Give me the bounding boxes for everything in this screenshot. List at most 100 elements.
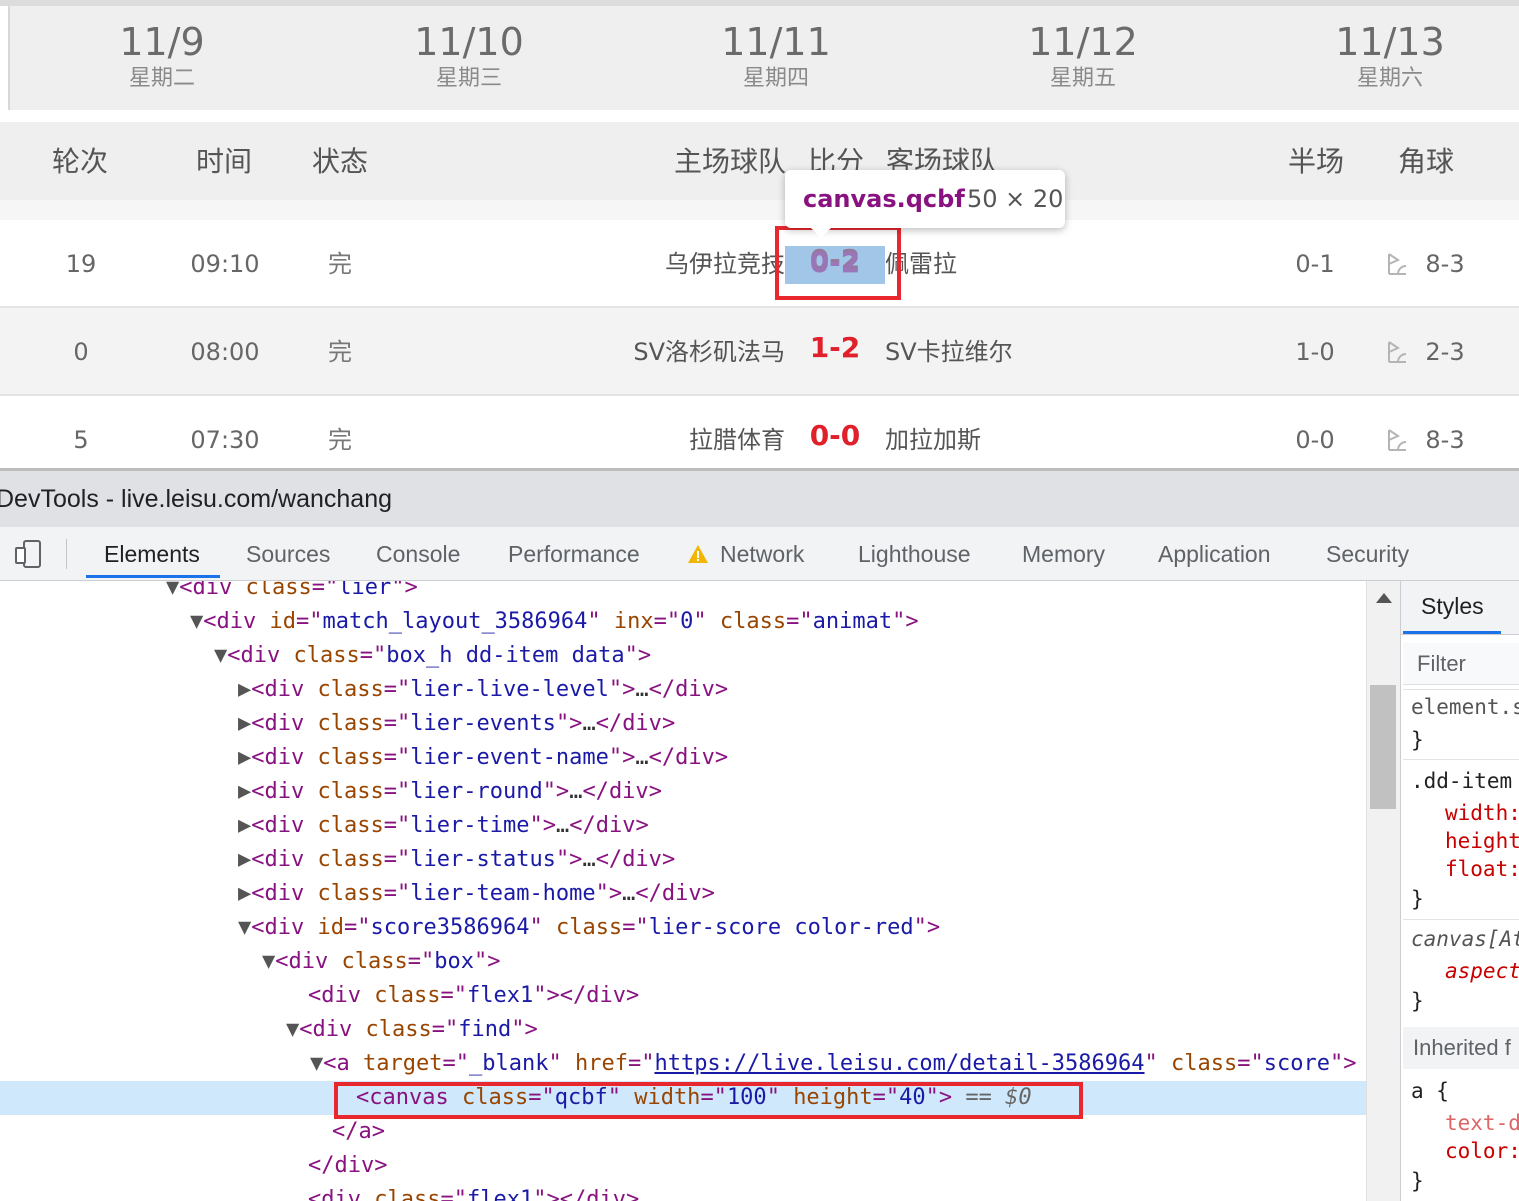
- styles-tabbar: Styles: [1401, 581, 1519, 635]
- expand-triangle-icon[interactable]: ▼: [238, 915, 251, 940]
- rule-selector[interactable]: element.s: [1411, 693, 1519, 721]
- rule-selector[interactable]: canvas[At: [1411, 925, 1519, 953]
- collapsed-ellipsis[interactable]: …: [622, 881, 635, 906]
- collapsed-ellipsis[interactable]: …: [635, 677, 648, 702]
- dom-node[interactable]: ▼<div id="score3586964" class="lier-scor…: [238, 911, 1366, 945]
- collapsed-ellipsis[interactable]: …: [582, 711, 595, 736]
- active-tab-indicator: [1403, 631, 1501, 634]
- date-tab-1113[interactable]: 11/13 星期六: [1290, 20, 1490, 94]
- dom-node[interactable]: <div class="flex1"></div>: [308, 1183, 1366, 1201]
- home-team[interactable]: 乌伊拉竞技: [665, 248, 785, 280]
- rule-close-brace: }: [1411, 887, 1424, 911]
- collapsed-ellipsis[interactable]: …: [556, 813, 569, 838]
- attr-name: class: [341, 949, 408, 974]
- collapsed-ellipsis[interactable]: …: [635, 745, 648, 770]
- collapse-triangle-icon[interactable]: ▶: [238, 847, 251, 872]
- collapse-triangle-icon[interactable]: ▶: [238, 813, 251, 838]
- date-tab-1111[interactable]: 11/11 星期四: [676, 20, 876, 94]
- expand-triangle-icon[interactable]: ▼: [286, 1017, 299, 1042]
- header-time: 时间: [196, 145, 253, 178]
- collapse-triangle-icon[interactable]: ▶: [238, 711, 251, 736]
- date-tab-1109[interactable]: 11/9 星期二: [62, 20, 262, 94]
- scroll-up-arrow-icon[interactable]: [1376, 593, 1392, 603]
- date-tab-1112[interactable]: 11/12 星期五: [983, 20, 1183, 94]
- warning-triangle-icon: [688, 545, 708, 563]
- expand-triangle-icon[interactable]: ▼: [310, 1051, 323, 1076]
- tag-name: div: [675, 677, 715, 702]
- dom-node[interactable]: ▶<div class="lier-event-name">…</div>: [238, 741, 1366, 775]
- weekday-label: 星期二: [128, 66, 195, 91]
- dom-node[interactable]: ▶<div class="lier-live-level">…</div>: [238, 673, 1366, 707]
- expand-triangle-icon[interactable]: ▼: [166, 581, 179, 600]
- styles-filter-input[interactable]: Filter: [1403, 643, 1519, 685]
- dom-node[interactable]: ▼<div class="find">: [286, 1013, 1366, 1047]
- css-property[interactable]: height: [1445, 827, 1519, 855]
- expand-triangle-icon[interactable]: ▼: [190, 609, 203, 634]
- dom-node[interactable]: ▼<div class="box">: [262, 945, 1366, 979]
- dom-node[interactable]: ▶<div class="lier-team-home">…</div>: [238, 877, 1366, 911]
- attr-value: score: [1263, 1051, 1330, 1076]
- tab-console[interactable]: Console: [376, 539, 460, 569]
- tag-name: div: [312, 1017, 353, 1042]
- rule-selector[interactable]: .dd-item: [1411, 767, 1512, 795]
- match-round: 19: [65, 250, 97, 278]
- device-toolbar-icon[interactable]: [14, 539, 46, 569]
- tab-security[interactable]: Security: [1326, 539, 1409, 569]
- scrollbar-thumb[interactable]: [1370, 685, 1396, 809]
- attr-name: class: [317, 745, 384, 770]
- dom-tree-scrollbar[interactable]: [1366, 581, 1400, 1201]
- match-row[interactable]: 0 08:00 完 SV洛杉矶法马 1-2 SV卡拉维尔 1-0 2-3: [0, 308, 1519, 396]
- css-property[interactable]: float:: [1445, 855, 1519, 883]
- tab-lighthouse[interactable]: Lighthouse: [858, 539, 971, 569]
- dom-node[interactable]: <div class="flex1"></div>: [308, 979, 1366, 1013]
- corner-score: 8-3: [1425, 250, 1465, 278]
- tab-application[interactable]: Application: [1158, 539, 1271, 569]
- tab-sources[interactable]: Sources: [246, 539, 330, 569]
- tab-elements[interactable]: Elements: [104, 539, 200, 569]
- collapse-triangle-icon[interactable]: ▶: [238, 745, 251, 770]
- dom-node[interactable]: ▼<div class="box_h dd-item data">: [214, 639, 1366, 673]
- attr-name: class: [317, 881, 384, 906]
- collapsed-ellipsis[interactable]: …: [582, 847, 595, 872]
- dom-node[interactable]: ▶<div class="lier-status">…</div>: [238, 843, 1366, 877]
- half-score: 0-0: [1295, 426, 1335, 454]
- rule-selector[interactable]: a {: [1411, 1077, 1449, 1105]
- away-team[interactable]: 加拉加斯: [885, 424, 981, 456]
- tab-memory[interactable]: Memory: [1022, 539, 1105, 569]
- match-score[interactable]: 1-2: [795, 332, 875, 364]
- css-property[interactable]: aspect: [1445, 957, 1519, 985]
- dom-node[interactable]: ▼<div id="match_layout_3586964" inx="0" …: [190, 605, 1366, 639]
- tag-name: div: [661, 881, 702, 906]
- home-team[interactable]: 拉腊体育: [689, 424, 785, 456]
- rule-close-brace: }: [1411, 728, 1424, 752]
- away-team[interactable]: SV卡拉维尔: [885, 336, 1013, 368]
- date-label: 11/10: [414, 20, 524, 64]
- match-score[interactable]: 0-0: [795, 420, 875, 452]
- dom-node-close[interactable]: </div>: [308, 1149, 1366, 1183]
- tab-performance[interactable]: Performance: [508, 539, 640, 569]
- collapse-triangle-icon[interactable]: ▶: [238, 881, 251, 906]
- href-link[interactable]: https://live.leisu.com/detail-3586964: [654, 1051, 1144, 1076]
- expand-triangle-icon[interactable]: ▼: [262, 949, 275, 974]
- tab-styles[interactable]: Styles: [1421, 593, 1484, 620]
- css-property[interactable]: color:: [1445, 1137, 1519, 1165]
- match-row[interactable]: 19 09:10 完 乌伊拉竞技 0-2 佩雷拉 0-1 8-3: [0, 220, 1519, 308]
- divider: [1403, 919, 1519, 920]
- collapsed-ellipsis[interactable]: …: [569, 779, 582, 804]
- dom-node-close[interactable]: </a>: [332, 1115, 1366, 1149]
- css-property[interactable]: text-d: [1445, 1109, 1519, 1137]
- dom-node[interactable]: ▶<div class="lier-round">…</div>: [238, 775, 1366, 809]
- dom-node[interactable]: ▼<a target="_blank" href="https://live.l…: [310, 1047, 1366, 1081]
- collapse-triangle-icon[interactable]: ▶: [238, 677, 251, 702]
- collapse-triangle-icon[interactable]: ▶: [238, 779, 251, 804]
- dom-node[interactable]: ▶<div class="lier-time">…</div>: [238, 809, 1366, 843]
- date-tab-1110[interactable]: 11/10 星期三: [369, 20, 569, 94]
- home-team[interactable]: SV洛杉矶法马: [633, 336, 785, 368]
- css-property[interactable]: width:: [1445, 799, 1519, 827]
- attr-value: lier-event-name: [410, 745, 609, 770]
- expand-triangle-icon[interactable]: ▼: [214, 643, 227, 668]
- tab-network[interactable]: Network: [720, 539, 804, 569]
- dom-node[interactable]: ▶<div class="lier-events">…</div>: [238, 707, 1366, 741]
- match-row[interactable]: 5 07:30 完 拉腊体育 0-0 加拉加斯 0-0 8-3: [0, 396, 1519, 470]
- dom-node[interactable]: ▼<div class="lier">: [166, 581, 1366, 605]
